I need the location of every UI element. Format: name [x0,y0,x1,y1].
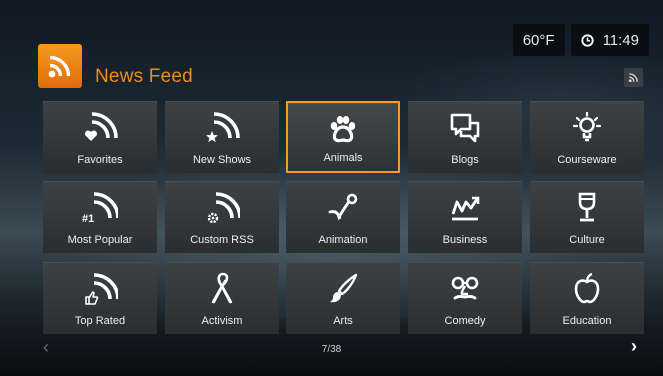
tile-business[interactable]: Business [408,181,522,253]
glasses-nose-icon [408,271,522,307]
paintbrush-icon [286,271,400,307]
tile-label: Most Popular [67,234,133,246]
tile-label: Favorites [77,154,123,166]
tile-label: Animation [318,234,368,246]
tile-animals[interactable]: Animals [286,101,400,173]
apple-icon [530,271,644,307]
clock-icon [580,33,594,47]
page-indicator: 7/38 [321,344,342,355]
rss-star-icon [165,110,279,146]
tile-label: New Shows [192,154,252,166]
status-bar: 60°F 11:49 [512,24,649,56]
animation-icon [286,190,400,226]
tile-education[interactable]: Education [530,262,644,334]
tile-label: Top Rated [74,315,126,327]
tile-label: Education [562,315,612,327]
tile-label: Business [442,234,488,246]
tile-label: Custom RSS [190,234,254,246]
rss-gear-icon [165,190,279,226]
tile-favorites[interactable]: Favorites [43,101,157,173]
lightbulb-icon [530,110,644,146]
tile-label: Courseware [557,154,617,166]
wine-glass-icon [530,190,644,226]
tile-label: Activism [201,315,243,327]
svg-text:#1: #1 [82,213,94,225]
tile-courseware[interactable]: Courseware [530,101,644,173]
tile-top-rated[interactable]: Top Rated [43,262,157,334]
rss-number-one-icon: #1 [43,190,157,226]
tile-label: Blogs [451,154,479,166]
rss-options-icon[interactable] [624,68,643,87]
rss-icon [38,44,82,88]
paw-icon [288,112,398,148]
weather-temperature: 60°F [512,24,565,56]
chat-bubbles-icon [408,110,522,146]
clock-time: 11:49 [602,31,639,49]
ribbon-icon [165,271,279,307]
tile-activism[interactable]: Activism [165,262,279,334]
tile-blogs[interactable]: Blogs [408,101,522,173]
tile-new-shows[interactable]: New Shows [165,101,279,173]
clock: 11:49 [570,24,649,56]
tile-custom-rss[interactable]: Custom RSS [165,181,279,253]
tile-animation[interactable]: Animation [286,181,400,253]
tile-label: Comedy [444,315,486,327]
tile-arts[interactable]: Arts [286,262,400,334]
tile-label: Culture [569,234,605,246]
category-grid: Favorites New Shows Animals Blogs Course… [43,101,645,334]
tile-culture[interactable]: Culture [530,181,644,253]
tile-label: Animals [323,152,363,164]
next-page-arrow[interactable]: › [631,336,637,357]
tile-most-popular[interactable]: #1 Most Popular [43,181,157,253]
page-title: News Feed [95,66,193,87]
tile-comedy[interactable]: Comedy [408,262,522,334]
tile-label: Arts [333,315,353,327]
rss-heart-icon [43,110,157,146]
business-chart-icon [408,190,522,226]
rss-thumbs-up-icon [43,271,157,307]
